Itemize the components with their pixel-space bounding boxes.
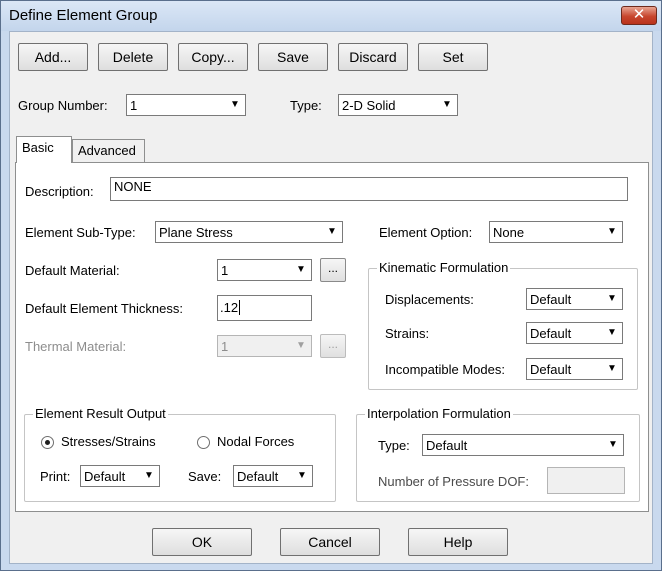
chevron-down-icon: ▼ xyxy=(603,223,621,241)
default-material-dropdown[interactable]: 1 ▼ xyxy=(217,259,312,281)
interpolation-type-dropdown[interactable]: Default ▼ xyxy=(422,434,624,456)
group-number-dropdown[interactable]: 1 ▼ xyxy=(126,94,246,116)
thickness-value: .12 xyxy=(220,300,239,315)
dialog-client-area: Add... Delete Copy... Save Discard Set G… xyxy=(9,31,653,564)
description-input[interactable]: NONE xyxy=(110,177,628,201)
thermal-material-label: Thermal Material: xyxy=(25,339,127,354)
save-output-value: Default xyxy=(237,469,279,484)
stresses-strains-radio[interactable] xyxy=(41,436,54,449)
strains-dropdown[interactable]: Default ▼ xyxy=(526,322,623,344)
element-subtype-value: Plane Stress xyxy=(159,225,233,240)
window-title: Define Element Group xyxy=(9,7,158,24)
thermal-material-dropdown: 1 ▼ xyxy=(217,335,312,357)
displacements-dropdown[interactable]: Default ▼ xyxy=(526,288,623,310)
thickness-input[interactable]: .12 xyxy=(217,295,312,321)
chevron-down-icon: ▼ xyxy=(603,290,621,308)
group-number-value: 1 xyxy=(130,98,138,113)
kinematic-formulation-title: Kinematic Formulation xyxy=(377,260,511,275)
print-dropdown[interactable]: Default ▼ xyxy=(80,465,160,487)
description-label: Description: xyxy=(25,184,94,199)
print-value: Default xyxy=(84,469,126,484)
element-subtype-dropdown[interactable]: Plane Stress ▼ xyxy=(155,221,343,243)
tab-basic[interactable]: Basic xyxy=(16,136,72,163)
nodal-forces-radio[interactable] xyxy=(197,436,210,449)
pressure-dof-input xyxy=(547,467,625,494)
dialog-window: Define Element Group ✕ Add... Delete Cop… xyxy=(0,0,662,571)
element-subtype-label: Element Sub-Type: xyxy=(25,225,136,240)
set-button[interactable]: Set xyxy=(418,43,488,71)
strains-value: Default xyxy=(530,326,572,341)
element-result-output-group: Element Result Output Stresses/Strains N… xyxy=(24,406,336,502)
tab-advanced[interactable]: Advanced xyxy=(72,139,145,163)
element-result-output-title: Element Result Output xyxy=(33,406,168,421)
type-label: Type: xyxy=(290,98,322,113)
radio-selected-dot xyxy=(45,440,50,445)
delete-button[interactable]: Delete xyxy=(98,43,168,71)
stresses-strains-label[interactable]: Stresses/Strains xyxy=(61,434,156,449)
group-number-label: Group Number: xyxy=(18,98,108,113)
print-label: Print: xyxy=(40,469,71,484)
thermal-material-value: 1 xyxy=(221,339,229,354)
add-button[interactable]: Add... xyxy=(18,43,88,71)
save-output-dropdown[interactable]: Default ▼ xyxy=(233,465,313,487)
chevron-down-icon: ▼ xyxy=(603,360,621,378)
default-material-value: 1 xyxy=(221,263,229,278)
save-output-label: Save: xyxy=(188,469,222,484)
chevron-down-icon: ▼ xyxy=(226,96,244,114)
type-dropdown[interactable]: 2-D Solid ▼ xyxy=(338,94,458,116)
discard-button[interactable]: Discard xyxy=(338,43,408,71)
chevron-down-icon: ▼ xyxy=(323,223,341,241)
chevron-down-icon: ▼ xyxy=(604,436,622,454)
text-cursor xyxy=(239,300,241,315)
material-browse-button[interactable]: ... xyxy=(320,258,346,282)
chevron-down-icon: ▼ xyxy=(603,324,621,342)
displacements-value: Default xyxy=(530,292,572,307)
nodal-forces-label[interactable]: Nodal Forces xyxy=(217,434,294,449)
type-value: 2-D Solid xyxy=(342,98,396,113)
copy-button[interactable]: Copy... xyxy=(178,43,248,71)
close-button[interactable]: ✕ xyxy=(621,6,657,25)
chevron-down-icon: ▼ xyxy=(140,467,158,485)
help-button[interactable]: Help xyxy=(408,528,508,556)
cancel-button[interactable]: Cancel xyxy=(280,528,380,556)
displacements-label: Displacements: xyxy=(385,292,474,307)
incompatible-modes-value: Default xyxy=(530,362,572,377)
incompatible-modes-label: Incompatible Modes: xyxy=(385,362,505,377)
chevron-down-icon: ▼ xyxy=(292,261,310,279)
basic-tab-panel: Description: NONE Element Sub-Type: Plan… xyxy=(15,162,649,512)
pressure-dof-label: Number of Pressure DOF: xyxy=(378,474,529,489)
description-value: NONE xyxy=(114,179,152,194)
strains-label: Strains: xyxy=(385,326,430,341)
ok-button[interactable]: OK xyxy=(152,528,252,556)
chevron-down-icon: ▼ xyxy=(292,337,310,355)
kinematic-formulation-group: Kinematic Formulation Displacements: Def… xyxy=(368,260,638,390)
save-button[interactable]: Save xyxy=(258,43,328,71)
element-option-value: None xyxy=(493,225,525,240)
chevron-down-icon: ▼ xyxy=(293,467,311,485)
default-material-label: Default Material: xyxy=(25,263,120,278)
thickness-label: Default Element Thickness: xyxy=(25,301,183,316)
element-option-dropdown[interactable]: None ▼ xyxy=(489,221,623,243)
title-bar[interactable]: Define Element Group ✕ xyxy=(1,1,661,31)
thermal-browse-button: ... xyxy=(320,334,346,358)
interpolation-type-value: Default xyxy=(426,438,468,453)
interpolation-type-label: Type: xyxy=(378,438,410,453)
interpolation-formulation-title: Interpolation Formulation xyxy=(365,406,513,421)
incompatible-modes-dropdown[interactable]: Default ▼ xyxy=(526,358,623,380)
element-option-label: Element Option: xyxy=(379,225,473,240)
chevron-down-icon: ▼ xyxy=(438,96,456,114)
close-icon: ✕ xyxy=(632,6,646,23)
interpolation-formulation-group: Interpolation Formulation Type: Default … xyxy=(356,406,640,502)
